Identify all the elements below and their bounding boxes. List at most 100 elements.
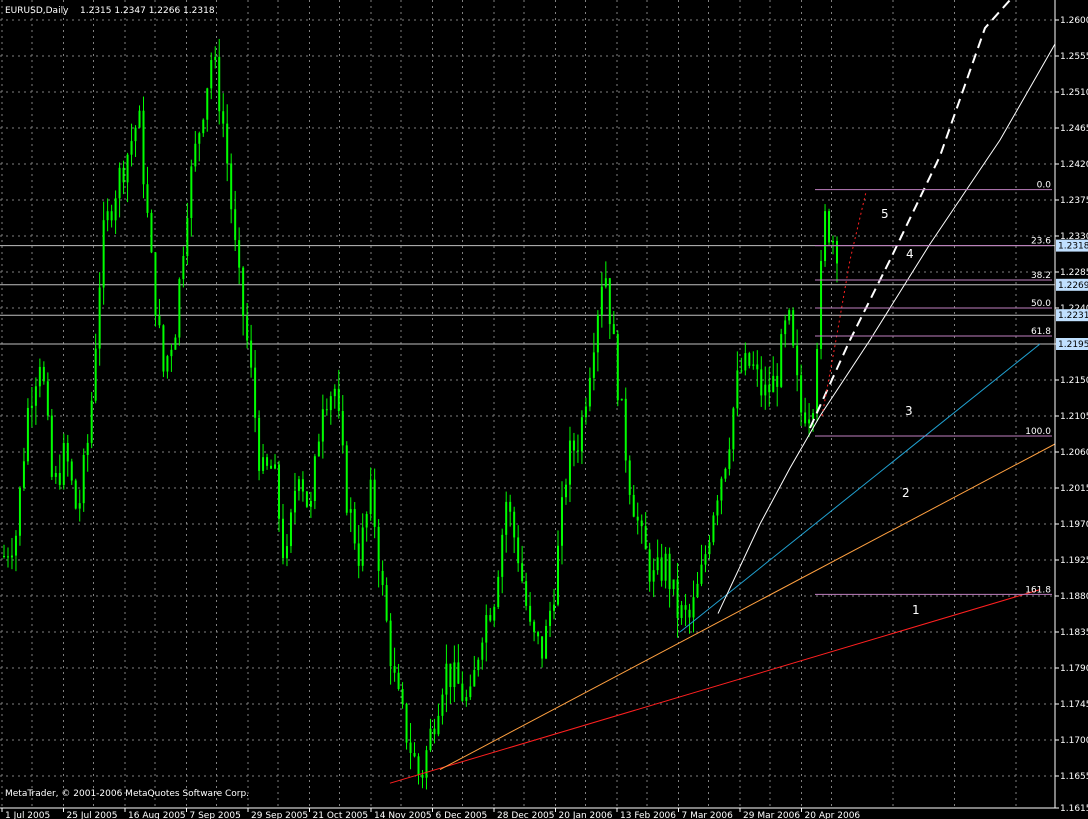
candle-body [636,516,639,521]
candle-body [377,526,380,571]
candle-body [760,369,763,396]
candle-body [238,240,241,268]
x-tick-label: 6 Dec 2005 [436,811,488,819]
candle-body [768,384,771,393]
price-badge-label: 1.2318 [1058,242,1088,252]
candle-body [457,662,460,684]
candle-body [301,479,304,492]
candle-body [250,340,253,368]
trendline-label: 1 [912,603,920,617]
candle-body [206,88,209,120]
candle-body [796,345,799,376]
candle-body [341,411,344,446]
candle-body [190,166,193,218]
candle-body [493,606,496,621]
candle-body [30,405,33,408]
x-tick-label: 28 Dec 2005 [497,811,555,819]
candle-body [576,450,579,452]
x-tick-label: 13 Feb 2006 [620,811,676,819]
candle-body [604,278,607,287]
candle-body [78,503,81,509]
candle-body [776,375,779,387]
candle-body [580,417,583,452]
candle-body [780,334,783,387]
candle-body [720,478,723,501]
candle-body [6,556,9,558]
candle-body [800,375,803,413]
candle-body [102,220,105,288]
candle-body [684,605,687,610]
candle-body [122,167,125,183]
candle-body [832,240,835,243]
candle-body [521,563,524,582]
y-tick-label: 1.1700 [1060,736,1088,746]
candle-body [461,683,464,701]
y-tick-label: 1.1655 [1060,772,1088,782]
candle-body [449,663,452,688]
candle-body [369,479,372,515]
candle-body [828,211,831,243]
y-tick-label: 1.2150 [1060,376,1088,386]
candle-body [712,515,715,543]
trendline-label: 2 [902,486,910,500]
candle-body [58,472,61,485]
x-tick-label: 25 Jul 2005 [67,811,118,819]
candle-body [616,334,619,401]
fib-level-label: 50.0 [1031,299,1051,309]
candle-body [425,750,428,778]
candle-body [202,119,205,134]
fib-level-label: 161.8 [1025,585,1051,595]
candle-body [246,316,249,341]
fib-level-label: 38.2 [1031,271,1051,281]
candle-body [62,442,65,485]
price-badge-label: 1.2195 [1058,340,1088,350]
candle-body [772,375,775,393]
y-tick-label: 1.1745 [1060,700,1088,710]
candle-body [656,557,659,571]
candle-body [150,212,153,253]
fib-level-label: 100.0 [1025,427,1051,437]
y-tick-label: 1.2285 [1060,268,1088,278]
candle-body [632,494,635,517]
candle-body [596,314,599,353]
candle-body [210,60,213,89]
candle-body [70,461,73,481]
candle-body [174,337,177,350]
candle-body [353,509,356,544]
candle-body [537,632,540,637]
candle-body [262,457,265,471]
candle-body [784,320,787,335]
candle-body [313,456,316,501]
candle-body [146,184,149,213]
candle-body [226,123,229,164]
candle-body [688,609,691,618]
candle-body [708,542,711,555]
y-tick-label: 1.2015 [1060,484,1088,494]
candle-body [389,620,392,667]
candle-body [345,445,348,513]
candle-body [3,556,5,557]
candle-body [588,377,591,407]
candle-body [553,604,556,611]
candle-body [74,480,77,509]
candle-body [608,278,611,325]
candle-body [752,364,755,366]
candle-body [640,520,643,527]
candle-body [42,366,45,382]
candle-body [234,209,237,241]
candle-body [624,398,627,461]
candle-body [660,557,663,581]
candle-body [549,610,552,626]
candle-body [584,406,587,418]
symbol-label: EURUSD,Daily [5,6,69,16]
x-tick-label: 7 Sep 2005 [190,811,241,819]
y-tick-label: 1.2375 [1060,196,1088,206]
y-tick-label: 1.1970 [1060,520,1088,530]
candle-body [557,545,560,605]
candle-body [337,388,340,412]
candle-body [788,310,791,321]
candle-body [166,356,169,372]
candle-body [18,487,21,536]
candle-body [182,256,185,280]
candle-body [357,543,360,566]
